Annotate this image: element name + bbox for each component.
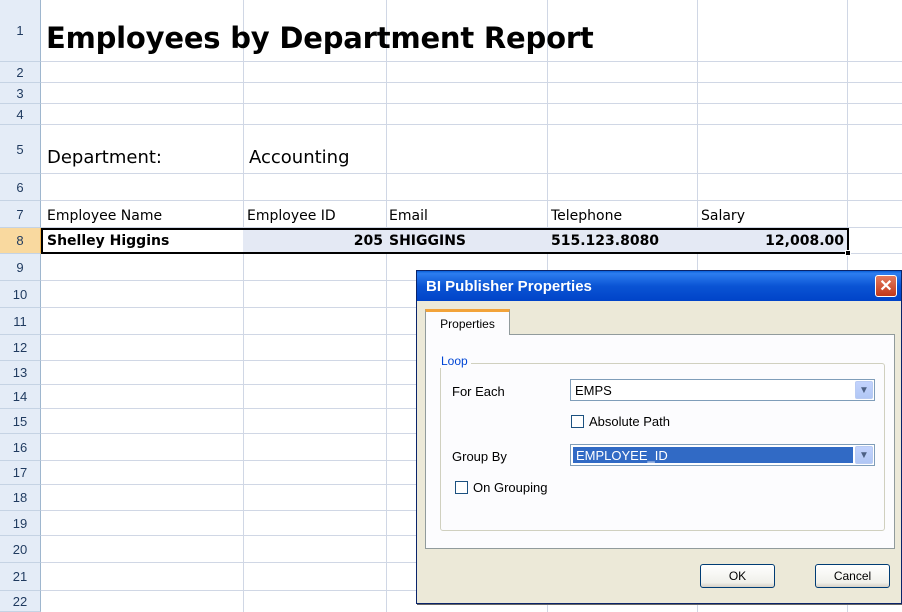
row-header[interactable]: 17 bbox=[0, 461, 41, 485]
header-telephone-cell[interactable]: Telephone bbox=[551, 205, 622, 227]
row-header[interactable]: 20 bbox=[0, 536, 41, 563]
chevron-down-icon[interactable]: ▼ bbox=[855, 446, 873, 464]
row-header[interactable]: 9 bbox=[0, 254, 41, 281]
row-number: 16 bbox=[12, 439, 28, 455]
row-header[interactable]: 18 bbox=[0, 485, 41, 511]
row-header[interactable]: 5 bbox=[0, 125, 41, 174]
row-number: 12 bbox=[12, 340, 28, 355]
header-employee-name-cell[interactable]: Employee Name bbox=[47, 205, 162, 227]
row-number: 14 bbox=[12, 389, 28, 404]
bi-publisher-properties-dialog: BI Publisher Properties ✕ Loop For Each … bbox=[416, 270, 902, 604]
tab-properties-label: Properties bbox=[440, 316, 495, 331]
row-number: 9 bbox=[16, 259, 24, 275]
row-number: 6 bbox=[16, 179, 24, 195]
row-number: 20 bbox=[12, 541, 28, 557]
row-number: 17 bbox=[12, 465, 28, 480]
row-number: 21 bbox=[12, 569, 28, 584]
gridline bbox=[41, 200, 902, 201]
on-grouping-label: On Grouping bbox=[473, 479, 548, 495]
gridline bbox=[386, 0, 387, 612]
cancel-button[interactable]: Cancel bbox=[815, 564, 890, 588]
row-header[interactable]: 6 bbox=[0, 174, 41, 201]
row-header[interactable]: 14 bbox=[0, 385, 41, 409]
gridline bbox=[41, 103, 902, 104]
for-each-value: EMPS bbox=[575, 382, 612, 398]
chevron-down-icon[interactable]: ▼ bbox=[855, 381, 873, 399]
row-number: 19 bbox=[12, 515, 28, 531]
row-header[interactable]: 16 bbox=[0, 434, 41, 461]
row-number: 10 bbox=[12, 286, 28, 302]
row-number: 7 bbox=[16, 206, 24, 222]
row-header[interactable]: 4 bbox=[0, 104, 41, 125]
row-number: 2 bbox=[16, 64, 24, 80]
department-value-cell[interactable]: Accounting bbox=[249, 143, 350, 171]
row-header[interactable]: 3 bbox=[0, 83, 41, 104]
gridline bbox=[41, 124, 902, 125]
close-button[interactable]: ✕ bbox=[875, 275, 897, 297]
loop-group-label: Loop bbox=[438, 354, 471, 368]
row-number: 13 bbox=[12, 365, 28, 380]
on-grouping-checkbox[interactable] bbox=[455, 481, 468, 494]
absolute-path-checkbox[interactable] bbox=[571, 415, 584, 428]
selection-border bbox=[41, 228, 849, 254]
group-by-value: EMPLOYEE_ID bbox=[573, 447, 853, 463]
row-header[interactable]: 12 bbox=[0, 335, 41, 361]
row-header[interactable]: 13 bbox=[0, 361, 41, 385]
fill-handle[interactable] bbox=[845, 250, 851, 256]
row-header[interactable]: 22 bbox=[0, 591, 41, 612]
tab-properties[interactable]: Properties bbox=[425, 309, 510, 335]
ok-button[interactable]: OK bbox=[700, 564, 775, 588]
group-by-label: Group By bbox=[452, 448, 507, 464]
gridline bbox=[41, 173, 902, 174]
header-email-cell[interactable]: Email bbox=[389, 205, 428, 227]
report-title-cell[interactable]: Employees by Department Report bbox=[46, 16, 594, 60]
row-header[interactable]: 1 bbox=[0, 0, 41, 62]
row-header[interactable]: 2 bbox=[0, 62, 41, 83]
cancel-button-label: Cancel bbox=[833, 569, 872, 583]
header-salary-cell[interactable]: Salary bbox=[701, 205, 745, 227]
row-header[interactable]: 21 bbox=[0, 563, 41, 591]
row-number: 15 bbox=[12, 413, 28, 429]
row-header-active[interactable]: 8 bbox=[0, 228, 41, 254]
row-number: 22 bbox=[12, 593, 28, 609]
dialog-titlebar[interactable]: BI Publisher Properties bbox=[417, 271, 901, 301]
row-number: 5 bbox=[16, 141, 24, 157]
close-icon: ✕ bbox=[879, 278, 893, 295]
gridline bbox=[243, 0, 244, 612]
row-header[interactable]: 7 bbox=[0, 201, 41, 228]
ok-button-label: OK bbox=[728, 569, 747, 583]
gridline bbox=[41, 61, 902, 62]
row-header[interactable]: 15 bbox=[0, 409, 41, 434]
row-header[interactable]: 10 bbox=[0, 281, 41, 308]
row-number: 18 bbox=[12, 490, 28, 505]
row-number: 4 bbox=[16, 106, 24, 122]
absolute-path-label: Absolute Path bbox=[589, 413, 670, 429]
row-header[interactable]: 11 bbox=[0, 308, 41, 335]
row-number: 11 bbox=[13, 313, 27, 329]
department-label-cell[interactable]: Department: bbox=[47, 143, 162, 171]
row-number: 1 bbox=[16, 23, 24, 38]
row-number: 3 bbox=[16, 85, 24, 101]
dialog-title: BI Publisher Properties bbox=[426, 277, 592, 295]
properties-tab-panel: Loop For Each EMPS ▼ Absolute Path Group… bbox=[425, 334, 895, 549]
header-employee-id-cell[interactable]: Employee ID bbox=[247, 205, 336, 227]
for-each-label: For Each bbox=[452, 383, 505, 399]
row-number: 8 bbox=[16, 233, 24, 248]
gridline bbox=[41, 82, 902, 83]
group-by-dropdown[interactable]: EMPLOYEE_ID ▼ bbox=[570, 444, 875, 466]
for-each-dropdown[interactable]: EMPS ▼ bbox=[570, 379, 875, 401]
row-header[interactable]: 19 bbox=[0, 511, 41, 536]
